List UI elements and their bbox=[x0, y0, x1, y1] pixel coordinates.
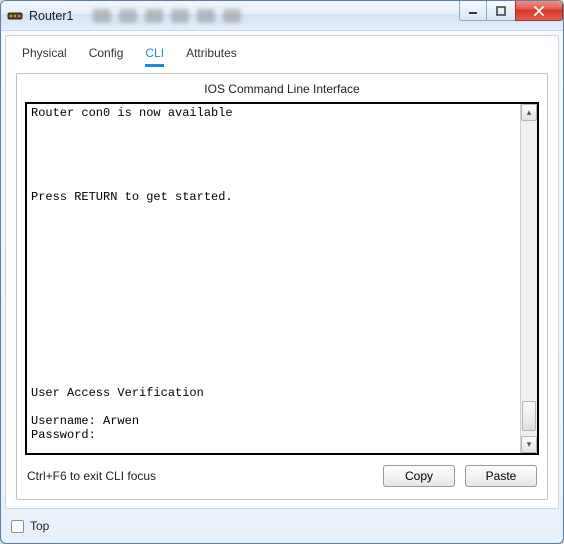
client-area: Physical Config CLI Attributes IOS Comma… bbox=[5, 35, 559, 509]
scroll-up-arrow-icon[interactable]: ▴ bbox=[521, 104, 537, 121]
tab-attributes[interactable]: Attributes bbox=[186, 46, 237, 67]
minimize-button[interactable] bbox=[459, 1, 487, 21]
window-title: Router1 bbox=[29, 9, 73, 23]
tab-strip: Physical Config CLI Attributes bbox=[16, 42, 548, 69]
tab-cli[interactable]: CLI bbox=[145, 46, 164, 67]
paste-button[interactable]: Paste bbox=[465, 465, 537, 487]
title-bar[interactable]: Router1 bbox=[1, 1, 563, 31]
maximize-button[interactable] bbox=[486, 1, 516, 21]
cli-button-group: Copy Paste bbox=[383, 465, 537, 487]
cli-panel-title: IOS Command Line Interface bbox=[25, 80, 539, 102]
scroll-down-arrow-icon[interactable]: ▾ bbox=[521, 436, 537, 453]
cli-footer: Ctrl+F6 to exit CLI focus Copy Paste bbox=[25, 455, 539, 489]
top-checkbox[interactable] bbox=[11, 520, 24, 533]
terminal-container: Router con0 is now available Press RETUR… bbox=[25, 102, 539, 455]
terminal-output[interactable]: Router con0 is now available Press RETUR… bbox=[27, 104, 520, 453]
terminal-scrollbar[interactable]: ▴ ▾ bbox=[520, 104, 537, 453]
tab-config[interactable]: Config bbox=[89, 46, 124, 67]
cli-panel: IOS Command Line Interface Router con0 i… bbox=[16, 73, 548, 500]
copy-button[interactable]: Copy bbox=[383, 465, 455, 487]
router-icon bbox=[7, 8, 23, 24]
cli-hint-text: Ctrl+F6 to exit CLI focus bbox=[27, 469, 156, 483]
tab-physical[interactable]: Physical bbox=[22, 46, 67, 67]
blurred-toolbar bbox=[93, 9, 241, 23]
window-controls bbox=[460, 1, 563, 21]
top-checkbox-label: Top bbox=[30, 519, 49, 533]
bottom-strip: Top bbox=[1, 513, 563, 543]
app-window: Router1 Physical Config CLI Attributes I… bbox=[0, 0, 564, 544]
close-button[interactable] bbox=[515, 1, 563, 21]
scroll-thumb[interactable] bbox=[522, 401, 536, 431]
